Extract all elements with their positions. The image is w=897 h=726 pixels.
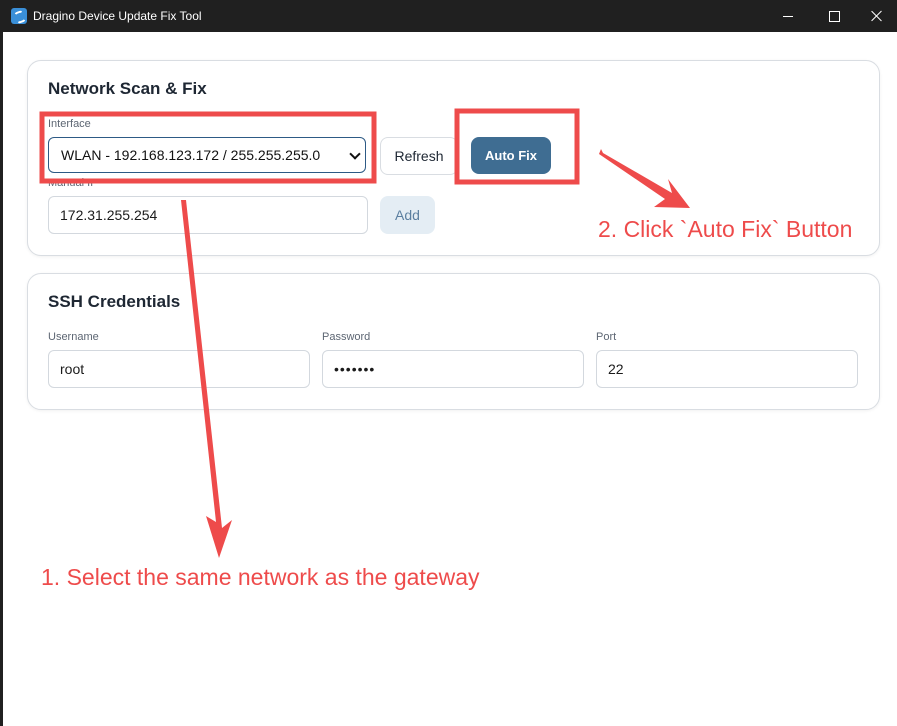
autofix-highlight-box [454, 108, 580, 185]
annotation-overlay [39, 108, 690, 558]
step2-arrow [599, 149, 690, 208]
step1-arrow [181, 200, 232, 558]
step1-annotation: 1. Select the same network as the gatewa… [41, 564, 480, 590]
interface-highlight-box [39, 111, 377, 184]
step2-annotation: 2. Click `Auto Fix` Button [598, 216, 853, 242]
